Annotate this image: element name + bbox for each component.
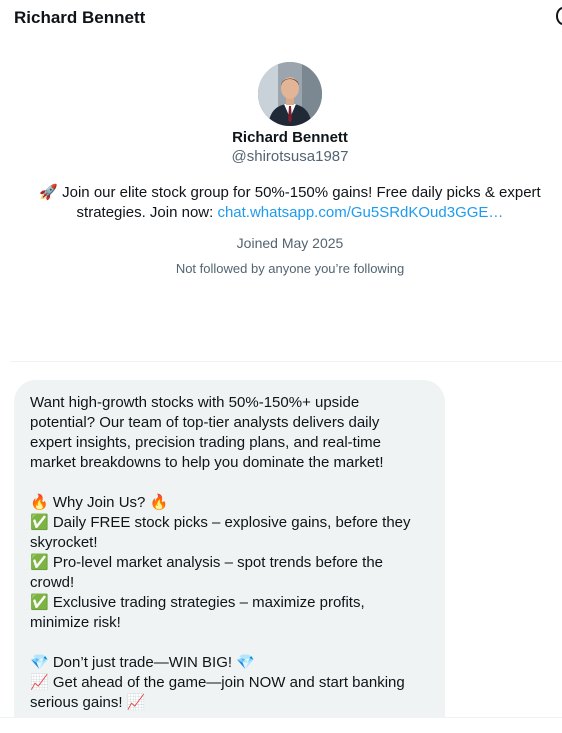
message-line: ✅ Exclusive trading strategies – maximiz…: [30, 594, 365, 611]
joined-date: Joined May 2025: [236, 235, 344, 251]
divider: [10, 361, 562, 362]
message-line: 📈 Get ahead of the game—join NOW and sta…: [30, 674, 405, 691]
bio-link[interactable]: chat.whatsapp.com/Gu5SRdKOud3GGE…: [217, 204, 503, 221]
composer-edge: [0, 717, 562, 733]
message-bubble[interactable]: Want high-growth stocks with 50%-150%+ u…: [14, 380, 445, 733]
message-line: expert insights, precision trading plans…: [30, 434, 382, 451]
profile-name[interactable]: Richard Bennett: [0, 129, 562, 146]
conversation-header: Richard Bennett: [0, 0, 562, 36]
profile-bio: 🚀 Join our elite stock group for 50%-150…: [30, 182, 550, 223]
followed-by-text: Not followed by anyone you’re following: [175, 261, 405, 276]
header-title: Richard Bennett: [14, 8, 146, 27]
message-line: skyrocket!: [30, 534, 98, 551]
message-line: crowd!: [30, 574, 75, 591]
message-line: ✅ Pro-level market analysis – spot trend…: [30, 554, 384, 571]
message-line: 💎 Don’t just trade—WIN BIG! 💎: [30, 654, 255, 671]
message-line: serious gains! 📈: [30, 694, 146, 711]
profile-handle[interactable]: @shirotsusa1987: [0, 148, 562, 165]
message-line: [30, 473, 429, 493]
message-line: 🔥 Why Join Us? 🔥: [30, 494, 169, 511]
profile-card: Richard Bennett @shirotsusa1987 🚀 Join o…: [0, 62, 562, 276]
message-line: potential? Our team of top-tier analysts…: [30, 414, 380, 431]
message-line: [30, 633, 429, 653]
info-icon[interactable]: [556, 7, 562, 25]
message-line: market breakdowns to help you dominate t…: [30, 454, 384, 471]
message-line: ✅ Daily FREE stock picks – explosive gai…: [30, 514, 411, 531]
message-line: Want high-growth stocks with 50%-150%+ u…: [30, 394, 360, 411]
rocket-icon: 🚀: [39, 183, 58, 201]
avatar[interactable]: [258, 62, 322, 126]
message-line: minimize risk!: [30, 614, 121, 631]
